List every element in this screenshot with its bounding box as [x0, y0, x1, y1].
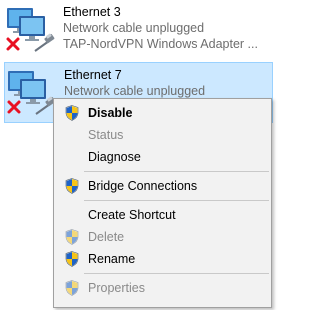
menu-item-label: Diagnose: [88, 150, 141, 164]
adapter-name: Ethernet 7: [64, 68, 122, 82]
uac-shield-icon: [65, 251, 79, 267]
menu-item-properties: Properties: [54, 277, 271, 299]
menu-item-label: Create Shortcut: [88, 208, 176, 222]
adapter-status: Network cable unplugged: [64, 84, 206, 98]
menu-item-disable[interactable]: Disable: [54, 102, 271, 124]
uac-shield-icon: [65, 229, 79, 245]
menu-separator: [84, 171, 269, 172]
adapter-device: TAP-NordVPN Windows Adapter ...: [63, 37, 258, 51]
adapter-item-ethernet-3[interactable]: Ethernet 3 Network cable unplugged TAP-N…: [4, 0, 273, 61]
menu-item-create-shortcut[interactable]: Create Shortcut: [54, 204, 271, 226]
menu-item-status: Status: [54, 124, 271, 146]
menu-item-label: Status: [88, 128, 124, 142]
uac-shield-icon: [65, 105, 79, 121]
menu-item-rename[interactable]: Rename: [54, 248, 271, 270]
menu-item-label: Bridge Connections: [88, 179, 198, 193]
uac-shield-icon: [65, 280, 79, 296]
context-menu: Disable Status Diagnose Bridge Connectio…: [53, 98, 272, 308]
menu-separator: [84, 273, 269, 274]
network-adapter-icon: [6, 68, 58, 118]
menu-separator: [84, 200, 269, 201]
menu-item-label: Disable: [88, 106, 133, 120]
uac-shield-icon: [65, 178, 79, 194]
menu-item-delete: Delete: [54, 226, 271, 248]
menu-item-diagnose[interactable]: Diagnose: [54, 146, 271, 168]
network-adapter-icon: [5, 5, 57, 55]
adapter-status: Network cable unplugged: [63, 21, 205, 35]
menu-item-label: Rename: [88, 252, 136, 266]
adapter-name: Ethernet 3: [63, 5, 121, 19]
menu-item-label: Delete: [88, 230, 125, 244]
menu-item-label: Properties: [88, 281, 145, 295]
menu-item-bridge-connections[interactable]: Bridge Connections: [54, 175, 271, 197]
